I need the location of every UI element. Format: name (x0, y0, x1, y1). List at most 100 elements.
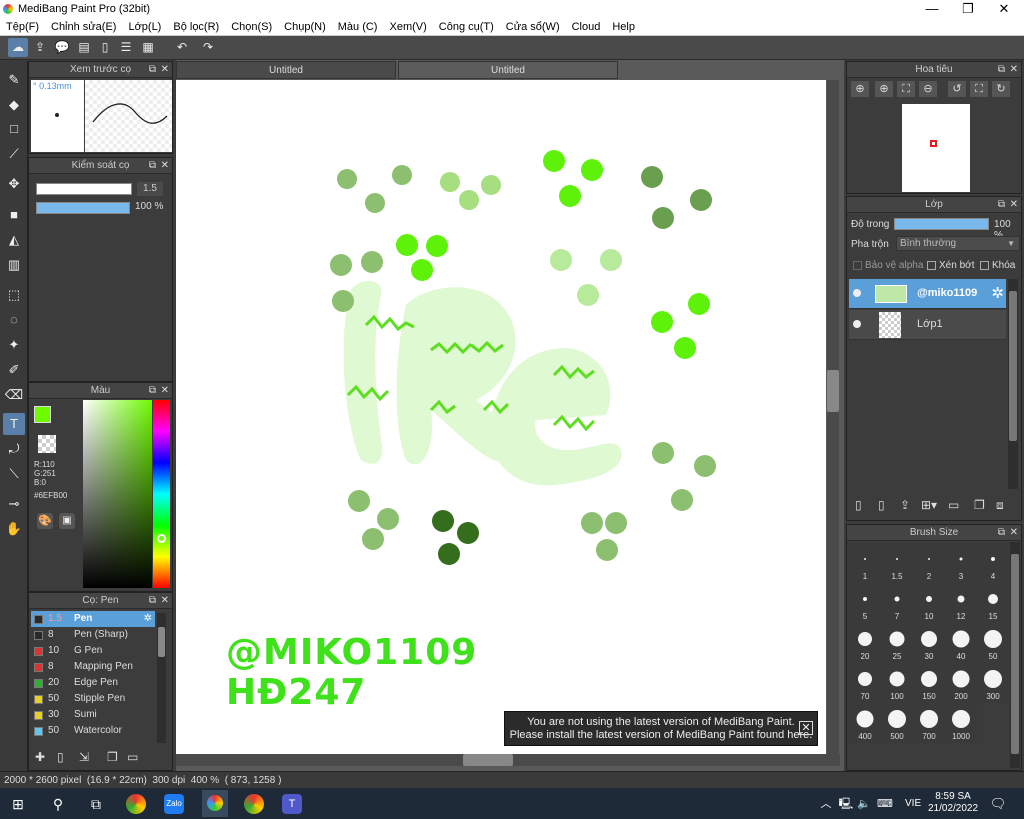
upload-icon[interactable]: ⇪ (30, 38, 50, 57)
horizontal-scrollbar[interactable] (176, 754, 840, 766)
close-panel-icon[interactable]: ✕ (1010, 525, 1018, 541)
brush-size-option[interactable]: 150 (913, 663, 945, 703)
menu-capture[interactable]: Chụp(N) (284, 18, 332, 35)
menu-help[interactable]: Help (612, 18, 641, 35)
brush-size-option[interactable]: 500 (881, 703, 913, 743)
menu-file[interactable]: Tệp(F) (6, 18, 45, 35)
foreground-color-swatch[interactable] (34, 406, 51, 423)
vertical-scrollbar[interactable] (827, 80, 839, 754)
palette-icon[interactable]: 🎨 (37, 513, 53, 529)
brush-size-option[interactable]: 700 (913, 703, 945, 743)
brush-size-option[interactable]: 5 (849, 583, 881, 623)
gear-icon[interactable]: ✲ (144, 611, 152, 627)
blend-mode-select[interactable]: Bình thường ▼ (896, 236, 1020, 251)
magic-wand-tool-icon[interactable]: ✦ (3, 334, 25, 356)
teams-icon[interactable]: T (282, 794, 302, 814)
brush-size-option[interactable]: 200 (945, 663, 977, 703)
brush-item[interactable]: 8 Mapping Pen (31, 659, 155, 675)
undock-icon[interactable]: ⧉ (149, 593, 156, 609)
search-icon[interactable]: ⚲ (46, 792, 70, 816)
undock-icon[interactable]: ⧉ (149, 62, 156, 78)
close-panel-icon[interactable]: ✕ (161, 383, 169, 399)
brush-size-option[interactable]: 40 (945, 623, 977, 663)
text-tool-icon[interactable]: T (3, 413, 25, 435)
language-indicator[interactable]: VIE (905, 798, 921, 809)
eyedropper-tool-icon[interactable]: ⊸ (3, 493, 25, 515)
menu-layer[interactable]: Lớp(L) (128, 18, 167, 35)
brush-item[interactable]: 30 Sumi (31, 707, 155, 723)
close-panel-icon[interactable]: ✕ (1010, 62, 1018, 78)
close-panel-icon[interactable]: ✕ (161, 62, 169, 78)
fullscreen-icon[interactable]: ⛶ (970, 81, 988, 97)
comment-icon[interactable]: ▤ (74, 38, 94, 57)
undock-icon[interactable]: ⧉ (998, 197, 1005, 213)
close-window-button[interactable]: ✕ (986, 0, 1022, 18)
brush-size-option[interactable]: 2 (913, 543, 945, 583)
notification-center-icon[interactable]: 🗨 (986, 792, 1010, 816)
divide-tool-icon[interactable]: ⟍ (3, 463, 25, 485)
select-pen-tool-icon[interactable]: ✐ (3, 359, 25, 381)
viewport-indicator[interactable] (930, 140, 937, 147)
chrome-icon[interactable] (126, 794, 146, 814)
minimize-button[interactable]: — (914, 0, 950, 18)
merge-layer-icon[interactable]: ⧈ (996, 498, 1004, 513)
add-brush-icon[interactable]: ✚ (35, 750, 45, 764)
select-eraser-tool-icon[interactable]: ⌫ (3, 384, 25, 406)
clipping-checkbox[interactable]: Xén bớt (927, 260, 974, 271)
saturation-value-picker[interactable] (83, 400, 152, 588)
brush-item[interactable]: 1.5 Pen ✲ (31, 611, 155, 627)
import-layer-icon[interactable]: ⇪ (900, 498, 910, 512)
gear-icon[interactable]: ✲ (991, 284, 1004, 302)
brush-opacity-slider[interactable] (36, 202, 130, 214)
undo-icon[interactable]: ↶ (172, 38, 192, 57)
layer-row[interactable]: Lớp1 (849, 310, 1006, 340)
maximize-button[interactable]: ❐ (950, 0, 986, 18)
close-panel-icon[interactable]: ✕ (161, 593, 169, 609)
brush-size-option[interactable]: 15 (977, 583, 1009, 623)
select-rect-tool-icon[interactable]: ⬚ (3, 284, 25, 306)
navigator-thumbnail[interactable] (902, 104, 970, 192)
brush-size-scrollbar[interactable] (1010, 542, 1020, 768)
clock[interactable]: 8:59 SA 21/02/2022 (928, 791, 978, 815)
menu-edit[interactable]: Chỉnh sửa(E) (51, 18, 122, 35)
undock-icon[interactable]: ⧉ (998, 525, 1005, 541)
protect-alpha-checkbox[interactable]: Bảo vệ alpha (853, 260, 923, 271)
brush-tool-icon[interactable]: ✎ (3, 69, 25, 91)
brush-size-option[interactable]: 12 (945, 583, 977, 623)
update-notification[interactable]: You are not using the latest version of … (504, 711, 818, 746)
brush-size-option[interactable]: 3 (945, 543, 977, 583)
fill-rectangle-tool-icon[interactable]: ■ (3, 204, 25, 226)
brush-size-option[interactable]: 7 (881, 583, 913, 623)
brush-size-option[interactable]: 25 (881, 623, 913, 663)
brush-size-option[interactable]: 1 (849, 543, 881, 583)
brush-item[interactable]: 50 Stipple Pen (31, 691, 155, 707)
close-notification-icon[interactable]: ✕ (799, 721, 813, 735)
layer-row[interactable]: @miko1109 ✲ (849, 279, 1006, 309)
keyboard-icon[interactable]: ⌨ (873, 792, 897, 816)
undock-icon[interactable]: ⧉ (149, 158, 156, 174)
brush-size-option[interactable]: 50 (977, 623, 1009, 663)
transparent-color-swatch[interactable] (38, 435, 56, 453)
new-page-icon[interactable]: ▯ (57, 750, 64, 764)
new-layer-icon[interactable]: ▯ (855, 498, 862, 512)
add-layer-menu-icon[interactable]: ⊞▾ (921, 498, 937, 512)
brush-size-option[interactable]: 300 (977, 663, 1009, 703)
page-list-icon[interactable]: ☰ (116, 38, 136, 57)
gradient-tool-icon[interactable]: ▥ (3, 254, 25, 276)
hue-handle[interactable] (157, 534, 166, 543)
bucket-tool-icon[interactable]: ◭ (3, 229, 25, 251)
menu-tools[interactable]: Công cụ(T) (439, 18, 500, 35)
drawing-canvas[interactable]: @MIKO1109 HĐ247 (176, 80, 826, 754)
eraser-tool-icon[interactable]: ◆ (3, 94, 25, 116)
rotate-left-icon[interactable]: ↺ (948, 81, 966, 97)
menu-select[interactable]: Chọn(S) (231, 18, 278, 35)
menu-cloud[interactable]: Cloud (572, 18, 607, 35)
duplicate-layer-icon[interactable]: ❐ (974, 498, 985, 512)
eye-icon[interactable] (853, 289, 861, 297)
brush-size-option[interactable]: 1.5 (881, 543, 913, 583)
brush-item[interactable]: 50 Watercolor (31, 723, 155, 739)
windows-start-icon[interactable]: ⊞ (6, 792, 30, 816)
layers-scrollbar[interactable] (1008, 279, 1018, 489)
layer-opacity-slider[interactable] (894, 218, 989, 230)
menu-window[interactable]: Cửa sổ(W) (506, 18, 566, 35)
